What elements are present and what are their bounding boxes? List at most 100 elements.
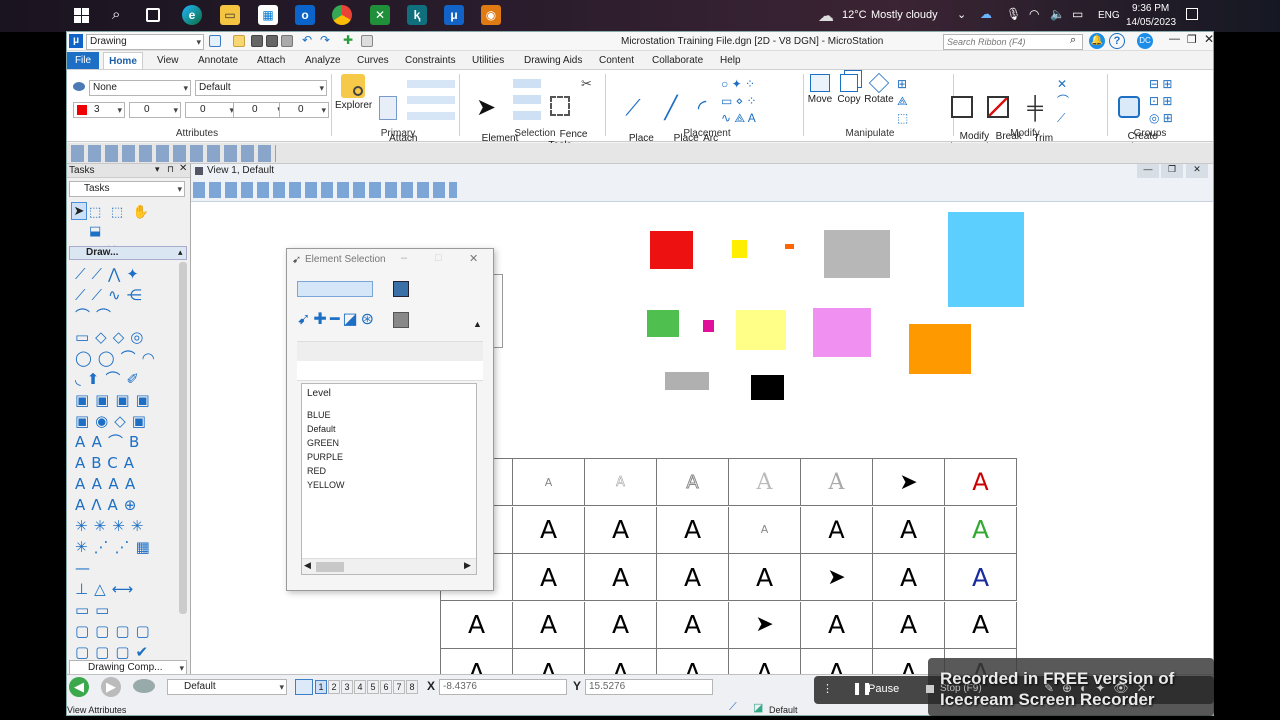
search-icon[interactable]: ⌕: [1070, 34, 1076, 47]
app-green-icon[interactable]: ✕: [370, 5, 390, 25]
tab-drawing-aids[interactable]: Drawing Aids: [524, 52, 582, 69]
selection-options-icon[interactable]: [393, 312, 409, 328]
selection-small-icons[interactable]: [513, 76, 541, 126]
clock-date[interactable]: 14/05/2023: [1126, 17, 1176, 28]
text-grid-cell[interactable]: A: [585, 554, 657, 602]
clock-time[interactable]: 9:36 PM: [1132, 3, 1169, 14]
tab-help[interactable]: Help: [720, 52, 741, 69]
tool-strip-icons[interactable]: [71, 145, 276, 162]
text-grid-cell[interactable]: A: [801, 506, 873, 554]
color-square[interactable]: [650, 231, 693, 269]
view-button-7[interactable]: 7: [393, 680, 405, 694]
placement-small-icons[interactable]: ○ ✦ ⁘ ▭ ⋄ ⁘ ∿ ⟁ A: [721, 76, 775, 126]
y-coordinate-field[interactable]: 15.5276: [585, 679, 713, 695]
view-button-1[interactable]: 1: [315, 680, 327, 694]
text-grid-cell[interactable]: A: [657, 601, 729, 649]
store-icon[interactable]: ▦: [258, 5, 278, 25]
text-grid-cell[interactable]: A: [945, 601, 1017, 649]
qat-new-icon[interactable]: [209, 35, 221, 47]
linestyle-dropdown[interactable]: 0: [185, 102, 237, 118]
text-grid-cell[interactable]: A: [729, 554, 801, 602]
scissors-icon[interactable]: ✂: [581, 76, 592, 92]
chrome-icon[interactable]: [332, 5, 352, 25]
filter-category-tabs[interactable]: [297, 341, 483, 381]
text-grid-cell[interactable]: A: [513, 506, 585, 554]
wifi-icon[interactable]: ◠: [1029, 7, 1039, 21]
rotate-button[interactable]: Rotate: [863, 72, 895, 105]
file-explorer-icon[interactable]: ▭: [220, 5, 240, 25]
horizontal-scrollbar[interactable]: ◀ ▶: [302, 558, 476, 574]
app-teal-icon[interactable]: ⱪ: [407, 5, 427, 25]
text-grid-cell[interactable]: A: [945, 506, 1017, 554]
view-number-buttons[interactable]: 1 2 3 4 5 6 7 8: [315, 680, 418, 694]
text-grid-cell[interactable]: A: [873, 506, 945, 554]
color-square[interactable]: [732, 240, 747, 258]
text-grid-cell[interactable]: A: [513, 601, 585, 649]
help-icon[interactable]: ?: [1109, 33, 1125, 49]
view-1-window[interactable]: View 1, Default — ❐ ✕ A A A A A ➤ A A A A A A A A A A A A…: [191, 164, 1213, 697]
view-button-3[interactable]: 3: [341, 680, 353, 694]
task-view-icon[interactable]: [146, 8, 160, 22]
text-grid-cell[interactable]: A: [873, 601, 945, 649]
color-square[interactable]: [665, 372, 709, 390]
text-grid-cell[interactable]: A: [513, 459, 585, 506]
text-grid-cell[interactable]: A: [729, 459, 801, 506]
expand-collapse-icon[interactable]: ▲: [473, 319, 482, 329]
text-grid-cell[interactable]: A: [801, 459, 873, 506]
text-grid-cell[interactable]: A: [945, 459, 1017, 506]
color-square[interactable]: [813, 308, 871, 357]
text-grid-cell[interactable]: ➤: [873, 459, 945, 506]
tab-attach[interactable]: Attach: [257, 52, 285, 69]
view-toolbar[interactable]: [193, 182, 457, 198]
notification-icon[interactable]: [1186, 8, 1198, 20]
text-grid-cell[interactable]: A: [585, 459, 657, 506]
pin-icon[interactable]: ✚: [343, 33, 353, 47]
auto-hide-icon[interactable]: ⊓: [167, 164, 174, 175]
text-style-dropdown[interactable]: Default: [195, 80, 327, 96]
text-grid-cell[interactable]: A: [513, 554, 585, 602]
tab-analyze[interactable]: Analyze: [305, 52, 341, 69]
groups-small-icons[interactable]: ⊟ ⊞ ⊡ ⊞ ◎ ⊞: [1149, 76, 1183, 126]
level-list-item[interactable]: BLUE: [307, 408, 345, 422]
tab-collaborate[interactable]: Collaborate: [652, 52, 703, 69]
color-square[interactable]: [824, 230, 890, 278]
tab-home[interactable]: Home: [103, 52, 143, 69]
ribbon-search-input[interactable]: Search Ribbon (F4): [943, 34, 1083, 50]
pin-icon[interactable]: ▾: [155, 164, 160, 175]
search-icon[interactable]: ⌕: [112, 6, 120, 23]
snap-icon[interactable]: ⟋: [729, 701, 737, 714]
view-button-4[interactable]: 4: [354, 680, 366, 694]
qat-print-icon[interactable]: [281, 35, 293, 47]
language-indicator[interactable]: ENG: [1098, 10, 1120, 21]
clear-selection-icon[interactable]: [393, 281, 409, 297]
undo-icon[interactable]: ↶: [302, 33, 312, 47]
copy-button[interactable]: Copy: [835, 74, 863, 105]
user-avatar[interactable]: DC: [1137, 33, 1153, 49]
text-grid-cell[interactable]: A: [801, 601, 873, 649]
main-tools-icons[interactable]: ⬚ ⬚ ✋ ⬓⌐ ✕ ⟷: [89, 202, 169, 257]
level-list-item[interactable]: PURPLE: [307, 450, 345, 464]
selection-method-icons[interactable]: [297, 281, 373, 297]
weight-dropdown[interactable]: 0: [129, 102, 181, 118]
text-grid-cell[interactable]: A: [441, 601, 513, 649]
view-button-5[interactable]: 5: [367, 680, 379, 694]
notification-bell-icon[interactable]: 🔔: [1089, 33, 1105, 49]
color-dropdown[interactable]: 3: [73, 102, 125, 118]
dialog-minimize-icon[interactable]: –: [401, 252, 407, 264]
windows-start-icon[interactable]: [74, 8, 89, 23]
tasks-dropdown[interactable]: Tasks: [69, 181, 185, 197]
microstation-taskbar-icon[interactable]: μ: [444, 5, 464, 25]
minimize-icon[interactable]: —: [1169, 33, 1180, 45]
color-square[interactable]: [909, 324, 971, 374]
color-square[interactable]: [785, 244, 794, 249]
modify-small-icons[interactable]: ✕ ⌒ ⟋: [1057, 76, 1085, 126]
text-grid-cell[interactable]: A: [657, 459, 729, 506]
onedrive-icon[interactable]: ☁: [980, 7, 992, 21]
level-status-icon[interactable]: ◪: [753, 701, 763, 714]
active-level-dropdown[interactable]: Default: [167, 679, 287, 695]
tasks-scrollbar[interactable]: [179, 262, 187, 614]
tab-view[interactable]: View: [157, 52, 179, 69]
text-grid-cell[interactable]: A: [945, 554, 1017, 602]
text-grid-cell[interactable]: A: [585, 506, 657, 554]
scroll-right-icon[interactable]: ▶: [464, 560, 471, 571]
